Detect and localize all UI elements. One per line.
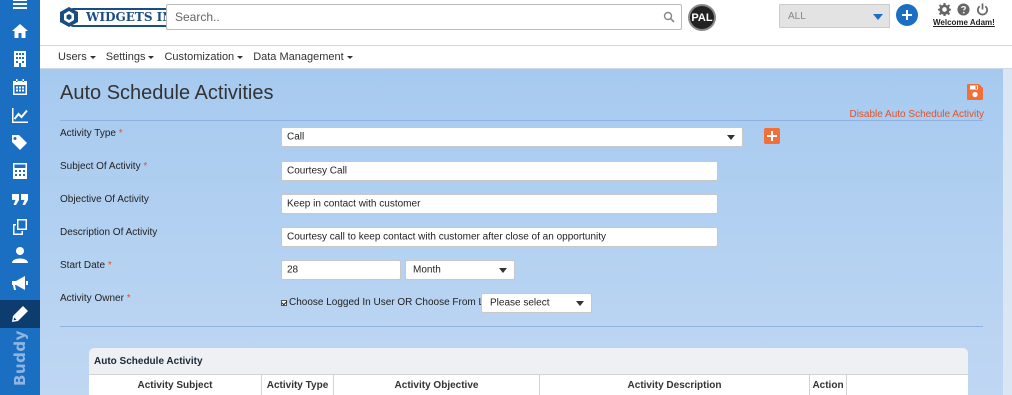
power-icon[interactable] (976, 3, 989, 16)
activity-type-label: Activity Type * (60, 128, 123, 139)
chevron-down-icon (576, 301, 584, 306)
menu-data-management-label: Data Management (253, 51, 344, 63)
menu-customization-label: Customization (164, 51, 235, 63)
header-icons (938, 3, 989, 16)
pal-label: PAL (691, 11, 713, 24)
company-logo[interactable]: WIDGETS INC. (58, 6, 195, 28)
hexagon-icon (60, 7, 78, 27)
search-box (166, 4, 682, 30)
plus-icon (902, 10, 912, 20)
subject-input[interactable]: Courtesy Call (281, 161, 718, 181)
help-icon[interactable] (957, 3, 970, 16)
description-value: Courtesy call to keep contact with custo… (287, 231, 607, 243)
calendar-icon[interactable] (0, 73, 40, 101)
subject-label: Subject Of Activity * (60, 161, 148, 172)
logged-in-user-checkbox[interactable]: Choose Logged In User OR Choose From Lis… (281, 297, 494, 308)
page-title: Auto Schedule Activities (60, 82, 274, 104)
save-icon[interactable] (967, 84, 983, 100)
menu-data-management[interactable]: Data Management (253, 51, 353, 63)
divider (60, 326, 983, 327)
calculator-icon[interactable] (0, 157, 40, 185)
start-date-label: Start Date * (60, 260, 112, 271)
menu-users-label: Users (58, 51, 87, 63)
search-input[interactable] (167, 5, 647, 29)
home-icon[interactable] (0, 17, 40, 45)
column-header-activity-description[interactable]: Activity Description (540, 374, 810, 395)
search-icon[interactable] (663, 11, 675, 23)
quick-add-button[interactable] (896, 4, 918, 26)
menu-settings-label: Settings (105, 51, 146, 63)
column-header-activity-type[interactable]: Activity Type (262, 374, 334, 395)
main-content: Auto Schedule Activities Disable Auto Sc… (40, 69, 1003, 395)
menu-customization[interactable]: Customization (164, 51, 244, 63)
add-activity-type-button[interactable] (764, 128, 780, 144)
table-header: Activity Subject Activity Type Activity … (89, 374, 968, 395)
tags-icon[interactable] (0, 129, 40, 157)
auto-schedule-table-card: Auto Schedule Activity Activity Subject … (89, 348, 968, 395)
caret-down-icon (148, 55, 155, 59)
checkbox-checked[interactable] (281, 299, 287, 306)
column-header-action[interactable]: Action (810, 374, 847, 395)
menu-settings[interactable]: Settings (106, 51, 155, 63)
objective-value: Keep in contact with customer (287, 198, 421, 210)
objective-input[interactable]: Keep in contact with customer (281, 194, 718, 214)
building-icon[interactable] (0, 45, 40, 73)
scope-filter-value: ALL (788, 11, 806, 22)
brand-logo: Buddy (11, 330, 29, 386)
start-date-input[interactable]: 28 (281, 260, 401, 280)
user-icon[interactable] (0, 241, 40, 269)
column-header-activity-objective[interactable]: Activity Objective (334, 374, 540, 395)
activity-type-select[interactable]: Call (281, 127, 743, 147)
line-chart-icon[interactable] (0, 101, 40, 129)
start-date-unit-value: Month (413, 264, 441, 276)
subject-value: Courtesy Call (287, 165, 348, 177)
column-header-activity-subject[interactable]: Activity Subject (89, 374, 262, 395)
quote-icon[interactable] (0, 185, 40, 213)
disable-auto-schedule-link[interactable]: Disable Auto Schedule Activity (849, 109, 984, 120)
logged-in-user-label: Choose Logged In User OR Choose From Lis… (289, 297, 495, 308)
activity-owner-select[interactable]: Please select (481, 293, 592, 313)
plus-icon (767, 131, 777, 141)
chevron-down-icon (873, 14, 883, 20)
start-date-value: 28 (287, 264, 299, 276)
copy-icon[interactable] (0, 213, 40, 241)
sidebar: Buddy (0, 0, 40, 395)
activity-type-value: Call (287, 131, 305, 143)
pencil-icon[interactable] (0, 300, 40, 328)
description-label: Description Of Activity (60, 227, 158, 238)
menu-icon[interactable] (0, 0, 40, 18)
admin-menu-bar: Users Settings Customization Data Manage… (40, 45, 1012, 69)
caret-down-icon (346, 55, 353, 59)
pal-button[interactable]: PAL (688, 4, 716, 31)
objective-label: Objective Of Activity (60, 194, 149, 205)
menu-users[interactable]: Users (58, 51, 96, 63)
start-date-unit-select[interactable]: Month (405, 260, 515, 280)
description-input[interactable]: Courtesy call to keep contact with custo… (281, 227, 718, 247)
activity-owner-label: Activity Owner * (60, 293, 131, 304)
chevron-down-icon (727, 135, 735, 140)
caret-down-icon (89, 55, 96, 59)
column-header-spacer (847, 374, 968, 395)
activity-owner-value: Please select (490, 297, 550, 309)
welcome-user-link[interactable]: Welcome Adam! (933, 18, 995, 27)
divider (60, 120, 983, 121)
chevron-down-icon (499, 268, 507, 273)
megaphone-icon[interactable] (0, 269, 40, 297)
top-header: WIDGETS INC. PAL ALL (40, 0, 1012, 45)
table-title: Auto Schedule Activity (94, 356, 203, 367)
caret-down-icon (237, 55, 244, 59)
gear-icon[interactable] (938, 3, 951, 16)
scope-filter-select[interactable]: ALL (779, 4, 890, 28)
